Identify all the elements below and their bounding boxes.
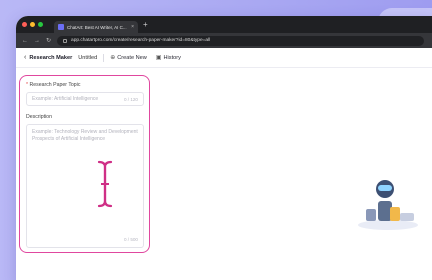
breadcrumb-research-maker[interactable]: Research Maker — [29, 55, 72, 61]
browser-addressbar: ← → ↻ app.chatartpro.com/create/research… — [16, 33, 432, 48]
robot-illustration-icon — [358, 180, 418, 230]
research-form-panel: * Research Paper Topic Example: Artifici… — [19, 75, 150, 253]
history-icon: ▣ — [155, 55, 162, 61]
tab-title: ChatArt: Best AI Writer, AI C... — [67, 24, 127, 30]
topic-char-count: 0 / 120 — [123, 96, 138, 102]
chatart-favicon-icon — [58, 24, 64, 30]
required-mark: * — [26, 82, 29, 88]
description-textarea[interactable]: Example: Technology Review and Developme… — [26, 124, 144, 248]
header-divider — [103, 53, 105, 62]
description-placeholder: Example: Technology Review and Developme… — [32, 129, 138, 142]
create-new-button[interactable]: ⊕ Create New — [110, 54, 147, 62]
description-label: Description — [26, 114, 52, 120]
browser-tab[interactable]: ChatArt: Best AI Writer, AI C... × — [54, 21, 138, 33]
plus-circle-icon: ⊕ — [110, 55, 116, 61]
topic-label-text: Research Paper Topic — [29, 82, 81, 88]
topic-label: * Research Paper Topic — [26, 82, 80, 88]
back-chevron-icon[interactable]: ‹ — [24, 54, 26, 61]
history-label: History — [163, 54, 181, 61]
url-field[interactable]: app.chatartpro.com/create/research-paper… — [57, 35, 424, 46]
text-cursor-icon — [97, 160, 113, 208]
reload-icon[interactable]: ↻ — [46, 38, 51, 44]
url-text: app.chatartpro.com/create/research-paper… — [71, 38, 211, 43]
description-char-count: 0 / 500 — [123, 237, 138, 242]
topic-placeholder: Example: Artificial Intelligence — [32, 96, 99, 102]
topic-input[interactable]: Example: Artificial Intelligence 0 / 120 — [26, 92, 144, 106]
document-title[interactable]: Untitled — [78, 55, 97, 61]
history-button[interactable]: ▣ History — [155, 54, 181, 62]
create-new-label: Create New — [117, 54, 147, 61]
maximize-window-dot[interactable] — [38, 22, 43, 27]
back-arrow-icon[interactable]: ← — [22, 38, 28, 44]
minimize-window-dot[interactable] — [30, 22, 35, 27]
new-tab-button[interactable]: + — [143, 20, 148, 29]
forward-arrow-icon[interactable]: → — [34, 38, 40, 44]
lock-icon — [63, 38, 68, 43]
browser-titlebar: ChatArt: Best AI Writer, AI C... × + — [16, 16, 432, 33]
app-header: ‹ Research Maker Untitled ⊕ Create New ▣… — [16, 48, 432, 68]
close-window-dot[interactable] — [22, 22, 27, 27]
tab-close-icon[interactable]: × — [131, 24, 134, 30]
